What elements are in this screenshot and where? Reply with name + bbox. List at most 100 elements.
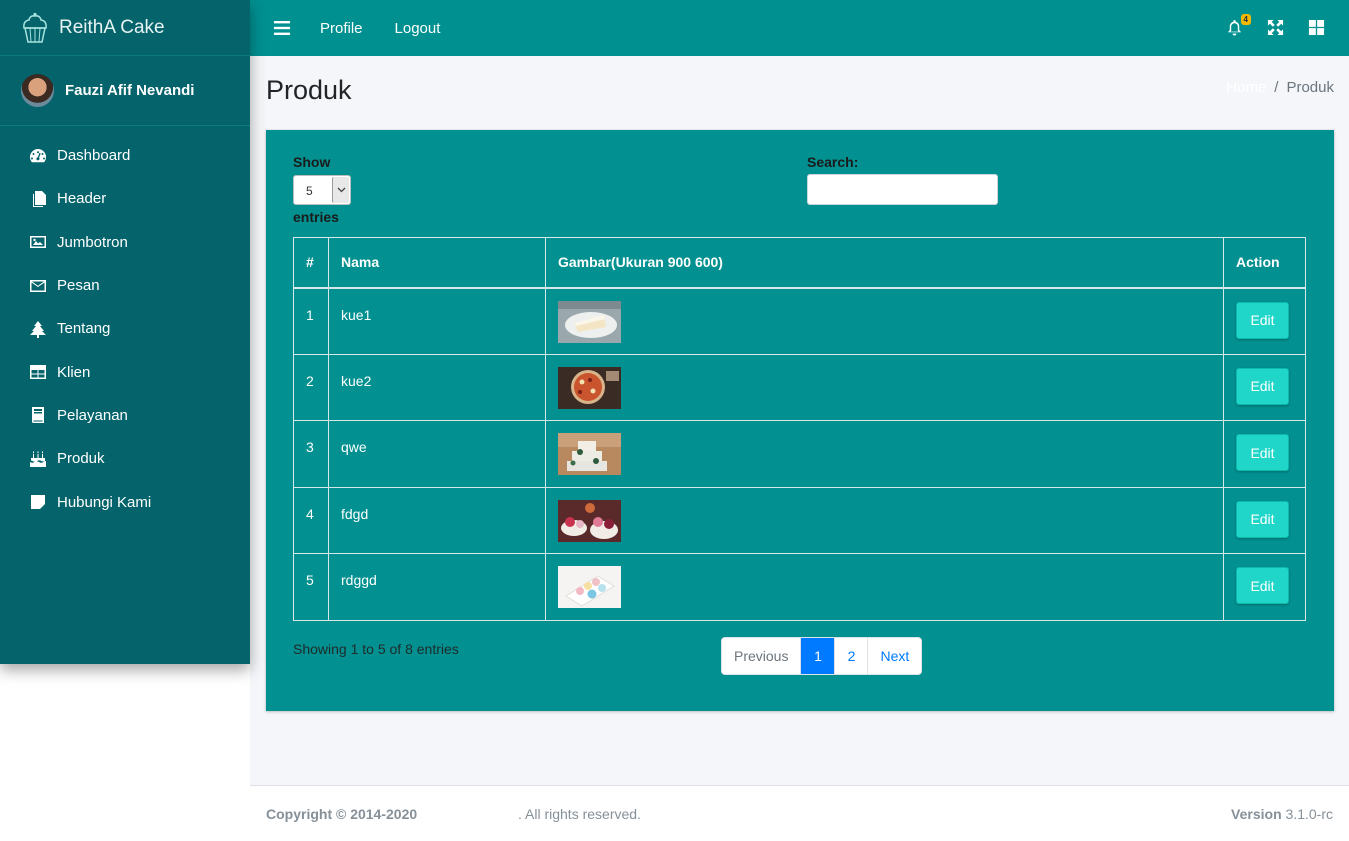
profile-link[interactable]: Profile	[320, 20, 363, 37]
product-image-cell	[545, 553, 1224, 621]
edit-button[interactable]: Edit	[1236, 367, 1289, 405]
entries-length-select[interactable]: 5	[293, 175, 351, 205]
table-icon	[28, 363, 47, 381]
top-navbar: Profile Logout 4	[250, 0, 1349, 56]
column-header-number[interactable]: #	[293, 237, 329, 289]
user-panel[interactable]: Fauzi Afif Nevandi	[0, 56, 250, 126]
edit-button[interactable]: Edit	[1236, 301, 1289, 339]
search-input[interactable]	[807, 174, 998, 205]
control-sidebar-button[interactable]	[1308, 19, 1326, 37]
table-row: 3 qwe Edit	[293, 420, 1306, 488]
product-name: qwe	[328, 420, 546, 488]
fullscreen-button[interactable]	[1267, 19, 1285, 37]
table-row: 2 kue2 Edit	[293, 353, 1306, 422]
search-label: Search:	[807, 154, 859, 170]
pizza-tart-photo	[558, 366, 621, 409]
sidebar: ReithA Cake Fauzi Afif Nevandi Dashboard…	[0, 0, 250, 664]
row-number: 1	[293, 287, 329, 355]
column-header-gambar[interactable]: Gambar(Ukuran 900 600)	[545, 237, 1224, 289]
chevron-down-icon	[332, 177, 349, 203]
sidebar-item-label: Jumbotron	[57, 233, 128, 251]
brand-link[interactable]: ReithA Cake	[0, 0, 250, 56]
brand-name: ReithA Cake	[59, 16, 165, 38]
next-page-button[interactable]: Next	[867, 638, 921, 674]
product-name: rdggd	[328, 553, 546, 621]
products-table: # Nama Gambar(Ukuran 900 600) Action 1 k…	[293, 237, 1306, 621]
th-large-icon	[1308, 19, 1325, 36]
page-title: Produk	[266, 75, 352, 105]
macarons-photo	[558, 566, 621, 609]
edit-button[interactable]: Edit	[1236, 567, 1289, 605]
action-cell: Edit	[1223, 486, 1306, 555]
sticky-note-icon	[28, 493, 47, 511]
avatar	[21, 74, 54, 107]
edit-button[interactable]: Edit	[1236, 500, 1289, 538]
version-info: Version 3.1.0-rc	[1231, 806, 1333, 822]
sidebar-item-label: Tentang	[57, 320, 111, 338]
edit-button[interactable]: Edit	[1236, 434, 1289, 472]
sidebar-item-label: Hubungi Kami	[57, 493, 152, 511]
sidebar-menu: Dashboard Header Jumbotron Pesan Tentang…	[0, 126, 250, 524]
copy-icon	[28, 190, 47, 208]
sidebar-item-produk[interactable]: Produk	[0, 437, 250, 480]
copyright-text: Copyright © 2014-2020	[266, 806, 418, 822]
content-wrapper: Produk Home / Produk Show 5 entries Sear…	[250, 56, 1349, 785]
previous-page-button[interactable]: Previous	[722, 638, 800, 674]
action-cell: Edit	[1223, 287, 1306, 355]
sidebar-item-label: Dashboard	[57, 147, 131, 165]
column-header-action[interactable]: Action	[1223, 237, 1306, 289]
sidebar-item-pelayanan[interactable]: Pelayanan	[0, 394, 250, 437]
birthday-cake-icon	[28, 450, 47, 468]
row-number: 2	[293, 353, 329, 422]
product-name: kue2	[328, 353, 546, 422]
breadcrumb-home-link[interactable]: Home	[1226, 79, 1266, 96]
notifications-button[interactable]: 4	[1226, 14, 1251, 37]
sidebar-item-label: Pelayanan	[57, 406, 128, 424]
envelope-icon	[28, 277, 47, 295]
pagination: Previous 1 2 Next	[721, 637, 923, 675]
row-number: 3	[293, 420, 329, 488]
sidebar-item-jumbotron[interactable]: Jumbotron	[0, 221, 250, 264]
rights-text: . All rights reserved.	[518, 806, 641, 822]
sidebar-item-hubungi-kami[interactable]: Hubungi Kami	[0, 480, 250, 523]
user-name: Fauzi Afif Nevandi	[65, 82, 195, 99]
entries-length-value: 5	[306, 184, 313, 198]
notification-badge: 4	[1240, 14, 1251, 25]
version-label: Version	[1231, 806, 1282, 822]
sidebar-item-pesan[interactable]: Pesan	[0, 264, 250, 307]
version-value: 3.1.0-rc	[1285, 806, 1333, 822]
page-2-button[interactable]: 2	[834, 638, 867, 674]
cupcake-logo-icon	[23, 12, 47, 43]
image-icon	[28, 233, 47, 251]
logout-link[interactable]: Logout	[395, 20, 441, 37]
book-icon	[28, 406, 47, 424]
product-image-cell	[545, 287, 1224, 355]
page-1-button[interactable]: 1	[800, 638, 835, 674]
table-row: 5 rdggd Edit	[293, 553, 1306, 621]
sidebar-item-label: Header	[57, 190, 107, 208]
row-number: 5	[293, 553, 329, 621]
show-label: Show	[293, 154, 331, 170]
sidebar-item-label: Klien	[57, 363, 91, 381]
sidebar-item-label: Produk	[57, 450, 105, 468]
hamburger-menu-icon[interactable]	[274, 21, 290, 35]
sidebar-item-label: Pesan	[57, 277, 100, 295]
breadcrumb: Home / Produk	[1226, 79, 1334, 96]
table-row: 4 fdgd Edit	[293, 486, 1306, 555]
product-name: kue1	[328, 287, 546, 355]
sidebar-item-header[interactable]: Header	[0, 177, 250, 220]
sidebar-item-tentang[interactable]: Tentang	[0, 307, 250, 350]
cake-slice-photo	[558, 300, 621, 343]
table-header-row: # Nama Gambar(Ukuran 900 600) Action	[293, 237, 1306, 289]
table-row: 1 kue1 Edit	[293, 287, 1306, 355]
product-image-cell	[545, 420, 1224, 488]
action-cell: Edit	[1223, 420, 1306, 488]
product-image-cell	[545, 486, 1224, 555]
sidebar-item-dashboard[interactable]: Dashboard	[0, 134, 250, 177]
column-header-nama[interactable]: Nama	[328, 237, 546, 289]
products-card: Show 5 entries Search: # Nama Gambar(Uku…	[266, 130, 1334, 711]
sidebar-item-klien[interactable]: Klien	[0, 350, 250, 393]
product-name: fdgd	[328, 486, 546, 555]
row-number: 4	[293, 486, 329, 555]
action-cell: Edit	[1223, 353, 1306, 422]
